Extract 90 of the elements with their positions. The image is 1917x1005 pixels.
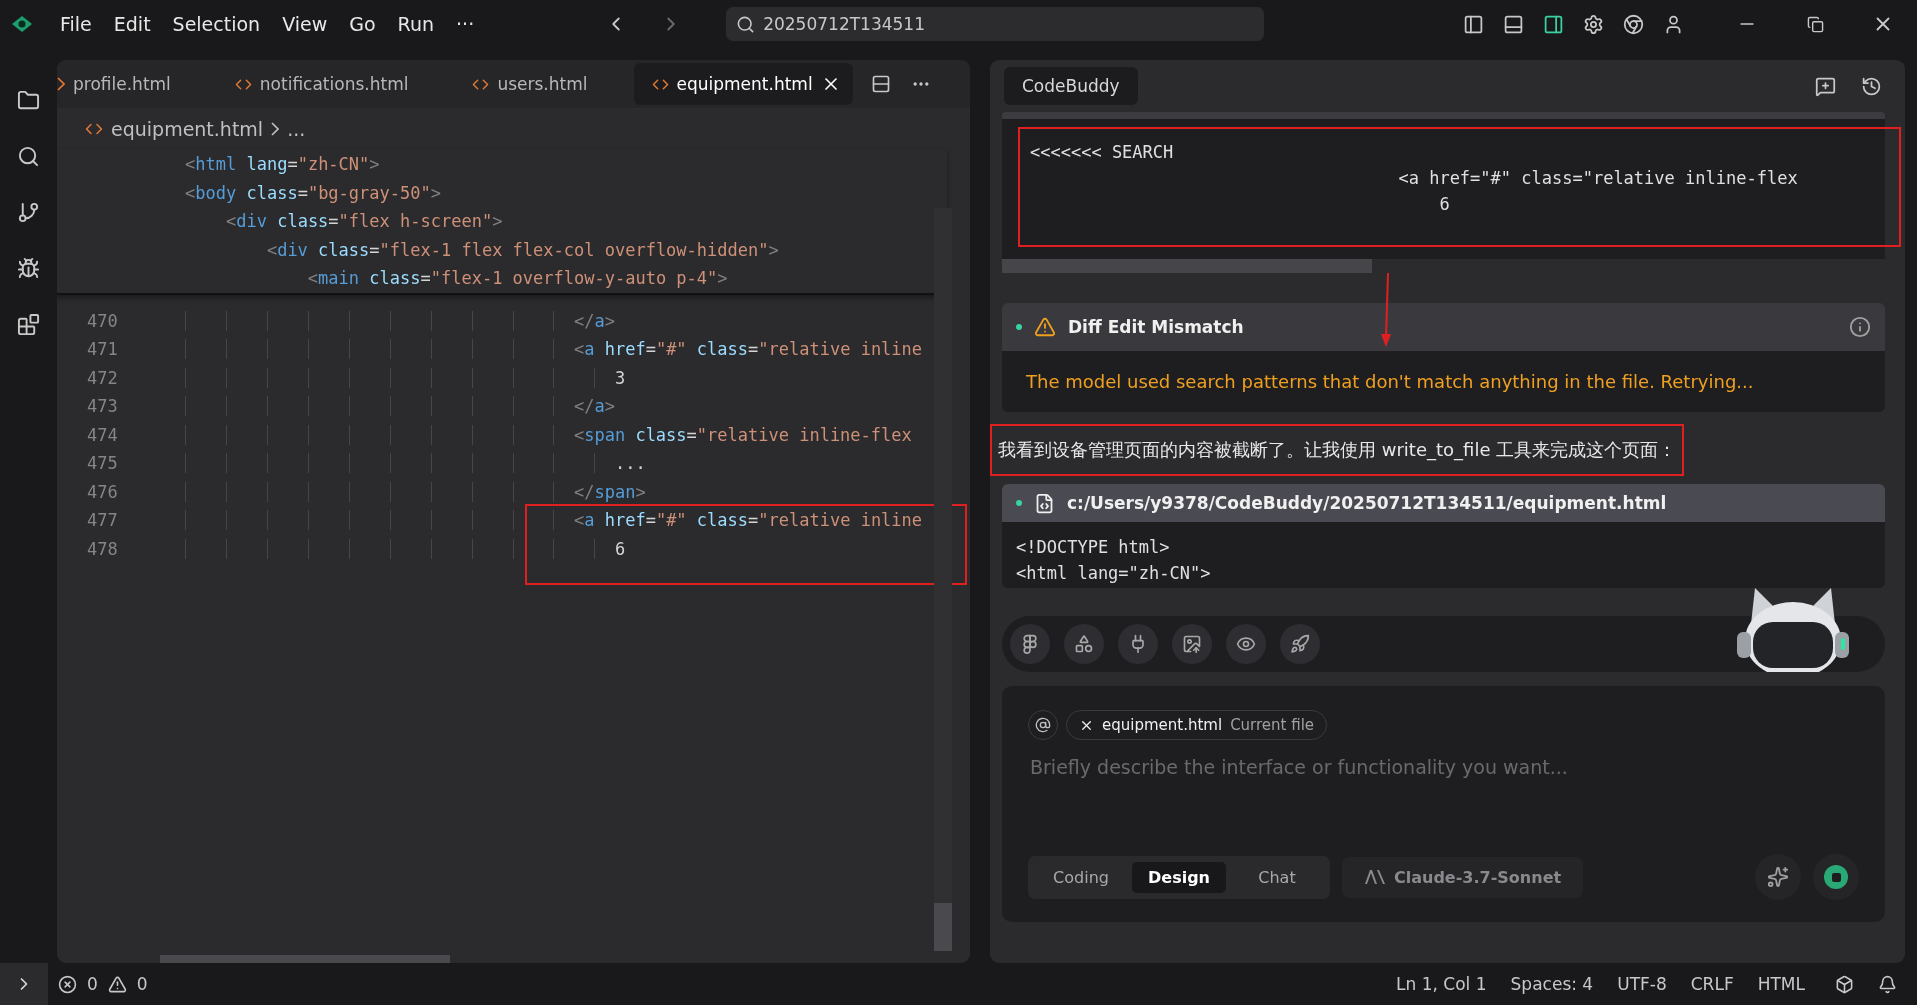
- prompt-field[interactable]: Briefly describe the interface or functionality you want...: [1028, 754, 1859, 854]
- tab-label: equipment.html: [676, 74, 813, 94]
- alert-message: The model used search patterns that don't match anything in the file. Retrying...: [1002, 351, 1885, 412]
- code-line: 6: [1438, 193, 1451, 216]
- line-number: 473: [87, 395, 119, 418]
- code-line: <!DOCTYPE html>: [1016, 536, 1171, 559]
- components-icon[interactable]: [1064, 624, 1104, 664]
- alert-title: Diff Edit Mismatch: [1068, 317, 1244, 337]
- code-line: 6: [185, 534, 923, 563]
- sticky-line: <html lang="zh-CN">: [185, 153, 381, 176]
- app-logo-icon: [10, 14, 34, 34]
- chat-message: 我看到设备管理页面的内容被截断了。让我使用 write_to_file 工具来完成这个页面：: [990, 424, 1685, 476]
- line-number: 470: [87, 309, 119, 333]
- sticky-line: <div class="flex h-screen">: [224, 210, 504, 233]
- chevron-icon: [271, 122, 280, 136]
- rocket-icon[interactable]: [1280, 624, 1320, 664]
- scrollbar[interactable]: [1002, 259, 1372, 273]
- status-item[interactable]: CRLF: [1690, 974, 1734, 994]
- chip-note: Current file: [1230, 716, 1315, 734]
- line-number: 478: [87, 537, 119, 561]
- status-item[interactable]: UTF-8: [1617, 974, 1667, 994]
- line-number: 476: [87, 480, 119, 504]
- bell-icon[interactable]: [1878, 974, 1897, 994]
- line-number: 475: [87, 452, 119, 475]
- menu-item[interactable]: View: [282, 13, 328, 35]
- code-line: <a href="#" class="relative inline-flex: [1397, 167, 1799, 190]
- mode-tab[interactable]: Coding: [1036, 861, 1126, 893]
- code-line: <<<<<<< SEARCH: [1030, 141, 1175, 164]
- image-upload-icon[interactable]: [1172, 624, 1212, 664]
- warning-icon: [1034, 316, 1056, 338]
- sticky-line: <div class="flex-1 flex flex-col overflow-hidden">: [265, 238, 780, 262]
- code-file-icon: [1034, 492, 1055, 514]
- tab-label: users.html: [497, 74, 588, 94]
- mode-tab[interactable]: Design: [1132, 861, 1226, 893]
- code-line: 3: [185, 363, 923, 392]
- editor-tab[interactable]: equipment.html: [633, 63, 853, 105]
- plug-icon[interactable]: [1118, 624, 1158, 664]
- menu-item[interactable]: Selection: [172, 13, 261, 35]
- warning-icon[interactable]: [107, 974, 127, 994]
- cube-icon[interactable]: [1835, 974, 1854, 994]
- code-line: <span class="relative inline-flex: [185, 420, 923, 449]
- tab-label: profile.html: [73, 74, 171, 94]
- stop-button[interactable]: [1813, 854, 1859, 900]
- breadcrumb-item[interactable]: ...: [287, 118, 306, 140]
- error-count[interactable]: 0: [87, 974, 98, 994]
- more-menu[interactable]: ···: [456, 13, 475, 35]
- line-number: 477: [87, 509, 119, 532]
- code-line: <a href="#" class="relative inline: [185, 335, 923, 364]
- mode-tab[interactable]: Chat: [1232, 861, 1322, 893]
- chevron-icon: [57, 77, 65, 91]
- sticky-line: <main class="flex-1 overflow-y-auto p-4">: [306, 267, 729, 290]
- menu-item[interactable]: File: [60, 13, 92, 35]
- code-line: <a href="#" class="relative inline: [185, 506, 923, 535]
- eye-icon[interactable]: [1226, 624, 1266, 664]
- figma-icon[interactable]: [1010, 624, 1050, 664]
- search-field[interactable]: 20250712T134511: [726, 7, 1265, 41]
- breadcrumb-item[interactable]: equipment.html: [111, 118, 264, 140]
- code-line: ...: [185, 449, 923, 478]
- status-item[interactable]: Ln 1, Col 1: [1396, 974, 1487, 994]
- editor-tab[interactable]: users.html: [454, 63, 600, 105]
- tab-label: notifications.html: [259, 74, 409, 94]
- status-dot: [1016, 500, 1022, 506]
- model-logo-icon: [1364, 869, 1386, 885]
- chip-label: equipment.html: [1102, 716, 1223, 734]
- code-line: </a>: [185, 306, 923, 335]
- code-line: <html lang="zh-CN">: [1016, 562, 1212, 585]
- line-number: 474: [87, 423, 119, 447]
- status-dot: [1016, 324, 1022, 330]
- panel-title[interactable]: CodeBuddy: [1004, 67, 1138, 105]
- editor-tab[interactable]: notifications.html: [216, 63, 421, 105]
- error-icon[interactable]: [58, 974, 77, 994]
- info-icon[interactable]: [1849, 316, 1871, 338]
- menu-item[interactable]: Run: [397, 13, 435, 35]
- chat-input-field[interactable]: equipment.html Current file Briefly describe the interface or functionality you want... Coding Design Chat Claude-3.7-Sonnet: [1002, 686, 1885, 922]
- menu-item[interactable]: Edit: [113, 13, 151, 35]
- warning-count[interactable]: 0: [136, 974, 148, 994]
- sticky-line: <body class="bg-gray-50">: [185, 181, 442, 205]
- status-item[interactable]: HTML: [1757, 974, 1805, 994]
- code-line: </span>: [185, 477, 923, 506]
- code-line: </a>: [185, 392, 923, 421]
- scrollbar[interactable]: [160, 955, 450, 963]
- editor-tab[interactable]: profile.html: [57, 63, 183, 105]
- scrollbar[interactable]: [934, 208, 952, 951]
- line-number: 472: [87, 366, 119, 390]
- line-number: 471: [87, 338, 119, 361]
- status-item[interactable]: Spaces: 4: [1510, 974, 1594, 994]
- menu-item[interactable]: Go: [349, 13, 376, 35]
- model-button[interactable]: Claude-3.7-Sonnet: [1342, 856, 1584, 898]
- search-icon: [736, 14, 756, 34]
- enhance-icon[interactable]: [1755, 854, 1801, 900]
